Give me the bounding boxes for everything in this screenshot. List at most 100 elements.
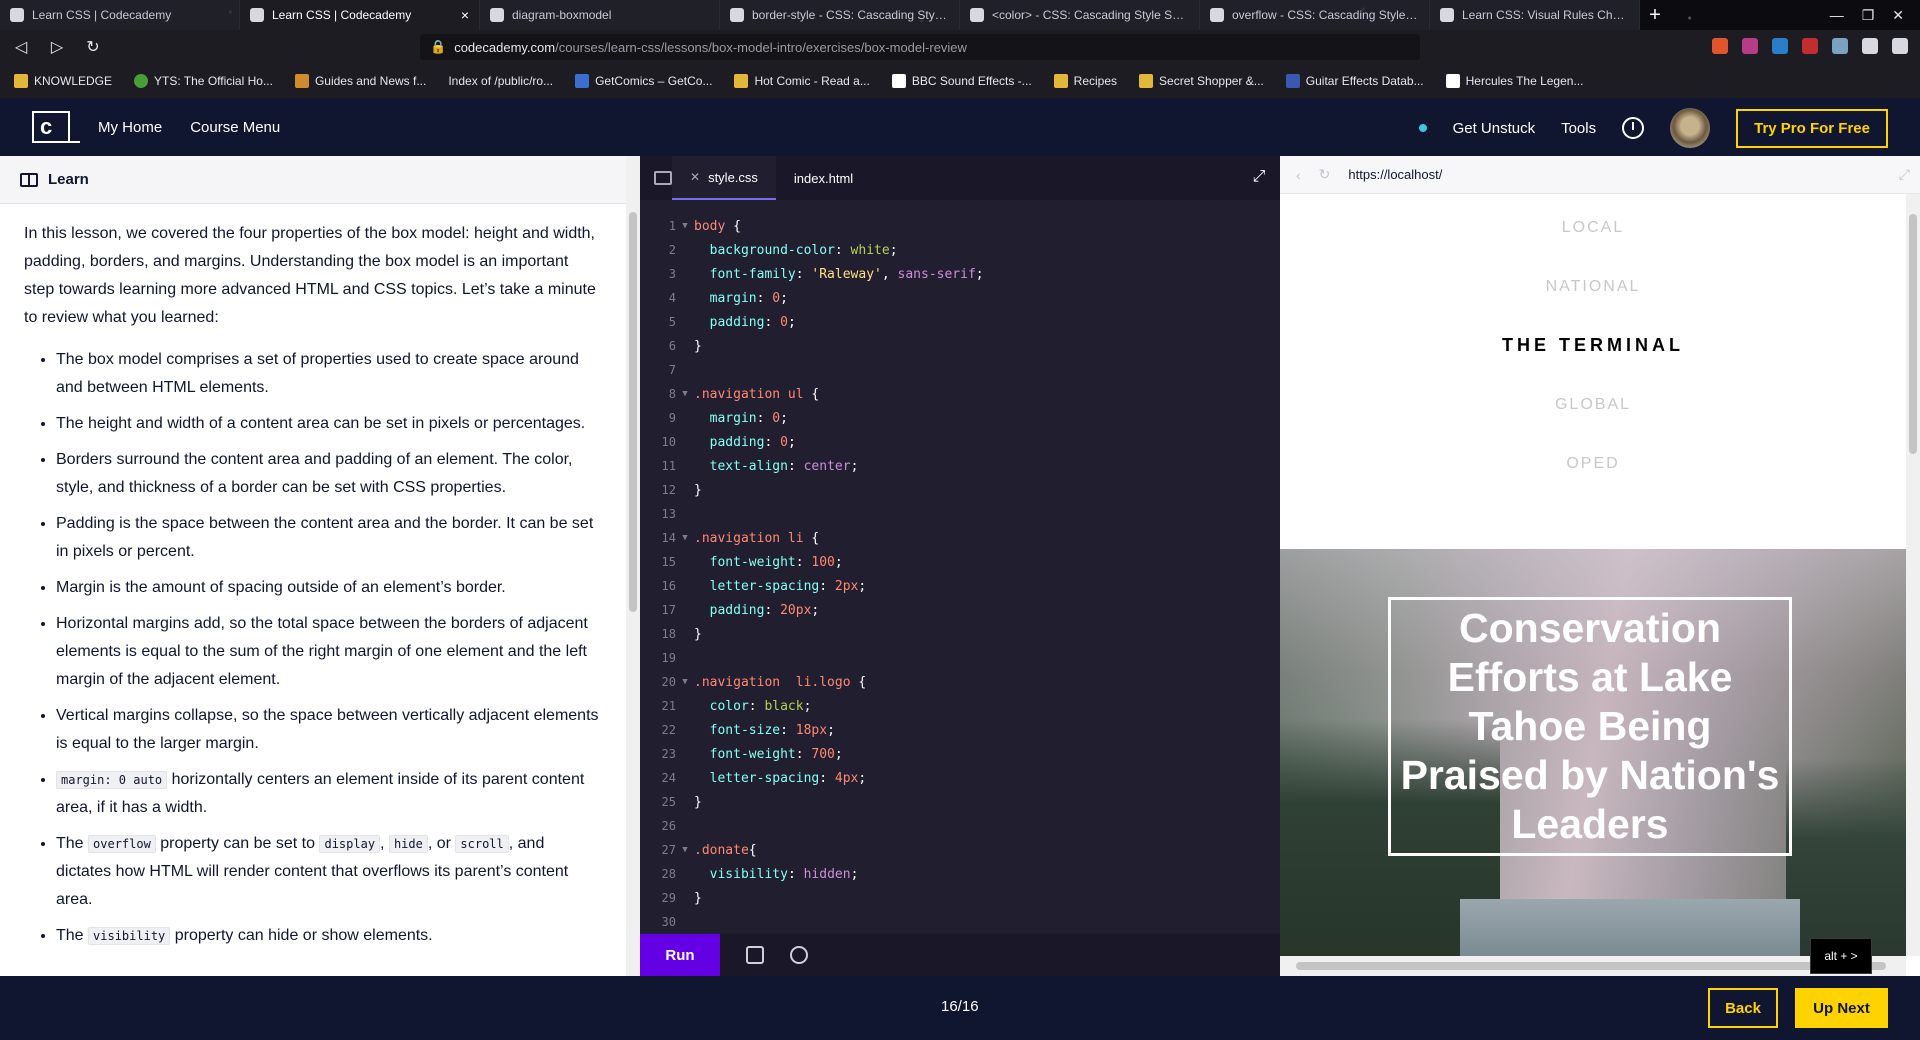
bookmark-item[interactable]: Index of /public/ro... — [448, 74, 553, 88]
code-token: ; — [780, 290, 788, 306]
run-button[interactable]: Run — [640, 934, 720, 976]
bookmark-item[interactable]: GetComics – GetCo... — [575, 74, 712, 88]
bookmark-item[interactable]: KNOWLEDGE — [14, 74, 112, 88]
code-line: 21 color: black; — [640, 694, 1280, 718]
folder-icon[interactable] — [654, 171, 672, 185]
preview-vertical-scrollbar[interactable] — [1906, 194, 1920, 956]
extension-icon[interactable] — [1802, 38, 1818, 54]
code-token: margin — [709, 290, 757, 306]
close-window-icon[interactable]: ✕ — [1892, 7, 1904, 24]
list-item-text: The — [56, 835, 89, 852]
browser-tab[interactable]: border-style - CSS: Cascading Style S — [720, 0, 960, 30]
brave-shield-icon[interactable] — [1712, 38, 1728, 54]
code-token: { — [803, 386, 820, 402]
run-bar: Run — [640, 934, 1280, 976]
bookmark-item[interactable]: Hot Comic - Read a... — [734, 74, 870, 88]
try-pro-button[interactable]: Try Pro For Free — [1736, 108, 1888, 148]
avatar[interactable] — [1670, 108, 1711, 148]
code-token: : — [819, 578, 835, 594]
url-bar[interactable]: 🔒 codecademy.com/courses/learn-css/lesso… — [420, 34, 1420, 60]
minimize-icon[interactable]: — — [1830, 7, 1844, 23]
codecademy-logo[interactable]: c — [32, 111, 80, 143]
fold-arrow-icon[interactable]: ▼ — [676, 533, 694, 543]
line-number: 2 — [668, 243, 676, 257]
bookmark-item[interactable]: YTS: The Official Ho... — [134, 74, 273, 88]
close-tab-icon[interactable]: × — [461, 7, 469, 23]
browser-tab[interactable]: Learn CSS | Codecademy — [0, 0, 240, 30]
code-area[interactable]: 1 ▼ body {2 background-color: white; 3 font… — [640, 214, 1280, 934]
reload-icon[interactable]: ↻ — [1319, 166, 1331, 183]
fold-arrow-icon[interactable]: ▼ — [676, 221, 694, 231]
forward-arrow-icon[interactable]: ▷ — [48, 37, 66, 57]
bookmark-label: Recipes — [1073, 74, 1118, 88]
back-button[interactable]: Back — [1708, 988, 1778, 1028]
tab-index-html[interactable]: index.html — [776, 156, 871, 200]
browser-tab-active[interactable]: Learn CSS | Codecademy × — [240, 0, 480, 30]
code-token: ; — [780, 410, 788, 426]
alarm-clock-icon[interactable] — [1622, 117, 1645, 139]
code-line: 15 font-weight: 100; — [640, 550, 1280, 574]
bookmark-item[interactable]: Guides and News f... — [294, 74, 426, 88]
fold-arrow-icon[interactable]: ▼ — [676, 677, 694, 687]
brave-rewards-icon[interactable] — [1742, 38, 1758, 54]
scrollbar-thumb[interactable] — [1909, 214, 1917, 454]
line-number: 9 — [668, 411, 676, 425]
bookmark-item[interactable]: Guitar Effects Datab... — [1285, 74, 1424, 88]
url-path: /courses/learn-css/lessons/box-model-int… — [555, 39, 967, 55]
browser-tab[interactable]: overflow - CSS: Cascading Style Shee — [1200, 0, 1430, 30]
code-line: 6} — [640, 334, 1280, 358]
line-number: 14 — [661, 531, 676, 545]
bookmark-item[interactable]: Recipes — [1053, 74, 1118, 88]
new-tab-button[interactable]: + — [1640, 0, 1670, 30]
nav-item-oped: OPED — [1566, 454, 1620, 472]
line-number: 29 — [661, 891, 676, 905]
menu-icon[interactable] — [1892, 38, 1908, 54]
back-arrow-icon[interactable]: ‹ — [1296, 167, 1301, 183]
expand-icon[interactable]: ⤢ — [1250, 168, 1268, 186]
extension-icon[interactable] — [1832, 38, 1848, 54]
puzzle-icon[interactable] — [1862, 38, 1878, 54]
code-token: 2px — [834, 578, 859, 594]
scrollbar-thumb[interactable] — [629, 212, 637, 612]
tab-style-css[interactable]: ✕ style.css — [672, 156, 776, 200]
bookmark-item[interactable]: Secret Shopper &... — [1139, 74, 1264, 88]
code-line: 18} — [640, 622, 1280, 646]
browser-tab[interactable]: <color> - CSS: Cascading Style Shee — [960, 0, 1200, 30]
code-token: hidden — [803, 866, 851, 882]
tools-link[interactable]: Tools — [1561, 120, 1596, 137]
reload-icon[interactable]: ↻ — [84, 37, 102, 57]
code-token: : — [795, 554, 812, 570]
expand-icon[interactable]: ⤢ — [1899, 166, 1910, 183]
bookmark-item[interactable]: Hercules The Legen... — [1445, 74, 1583, 88]
learn-scrollbar[interactable] — [626, 156, 640, 976]
my-home-link[interactable]: My Home — [98, 119, 162, 136]
close-icon[interactable]: ✕ — [690, 170, 700, 184]
fold-arrow-icon[interactable]: ▼ — [676, 389, 694, 399]
list-item: The overflow property can be set to disp… — [56, 830, 602, 914]
site-icon — [1285, 74, 1300, 88]
code-token: 20px — [780, 602, 812, 618]
code-line: 13 — [640, 502, 1280, 526]
address-toolbar: ◁ ▷ ↻ ▯ 🔒 codecademy.com/courses/learn-c… — [0, 30, 1920, 64]
shortcut-tooltip: alt + > — [1810, 938, 1872, 974]
maximize-icon[interactable]: ❐ — [1862, 7, 1875, 24]
code-token: ; — [850, 458, 859, 474]
code-token: 0 — [772, 410, 781, 426]
bookmark-item[interactable]: BBC Sound Effects -... — [891, 74, 1032, 88]
fold-arrow-icon[interactable]: ▼ — [676, 845, 694, 855]
back-arrow-icon[interactable]: ◁ — [12, 37, 30, 57]
list-item: Horizontal margins add, so the total spa… — [56, 610, 602, 694]
reset-icon[interactable] — [790, 946, 808, 964]
extension-icon[interactable] — [1772, 38, 1788, 54]
line-number: 4 — [668, 291, 676, 305]
browser-tab[interactable]: diagram-boxmodel — [480, 0, 720, 30]
copy-code-icon[interactable] — [746, 946, 764, 964]
course-menu-link[interactable]: Course Menu — [190, 119, 280, 136]
up-next-button[interactable]: Up Next — [1795, 988, 1888, 1028]
code-token: white — [850, 242, 890, 258]
scrollbar-thumb[interactable] — [1296, 962, 1886, 970]
code-token: { — [803, 530, 820, 546]
get-unstuck-link[interactable]: Get Unstuck — [1453, 120, 1536, 137]
browser-tab[interactable]: Learn CSS: Visual Rules Cheatsheet — [1430, 0, 1640, 30]
